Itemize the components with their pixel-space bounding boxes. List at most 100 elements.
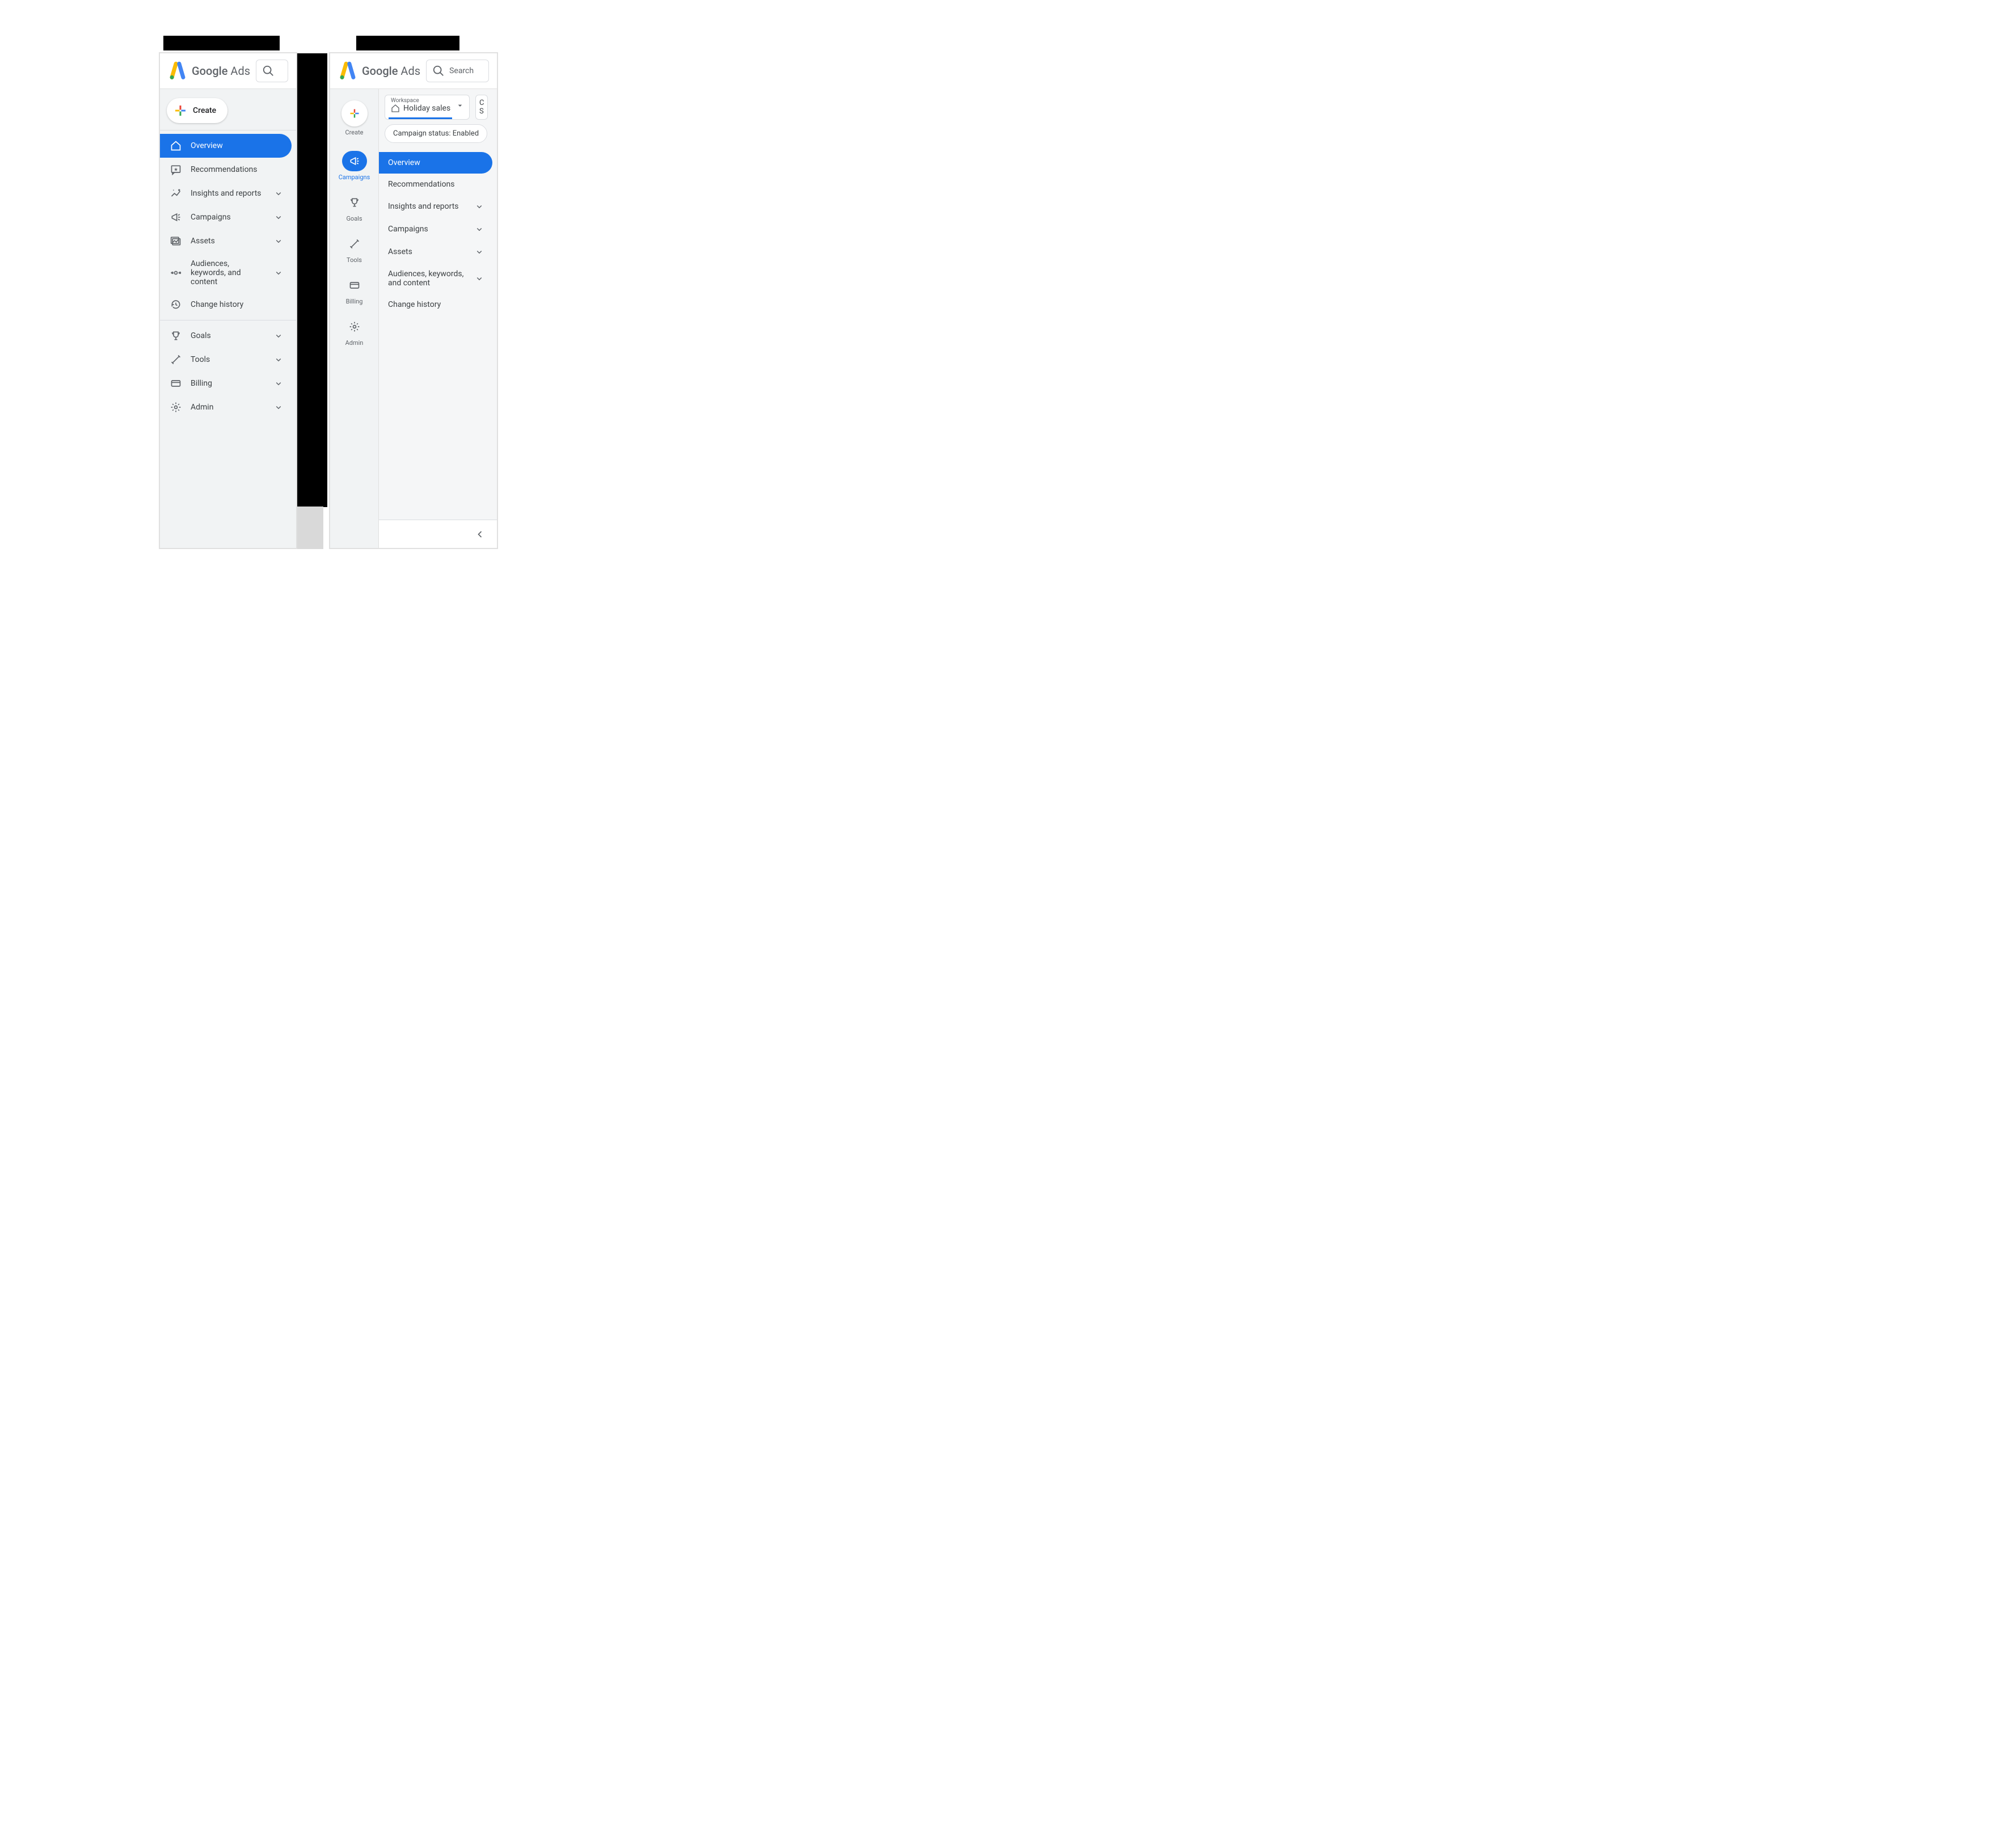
panel-right: Google Ads Search — [329, 52, 498, 549]
redaction-bar — [297, 53, 327, 507]
partial-line: S — [479, 107, 484, 116]
nav-recommendations[interactable]: ★ Recommendations — [160, 158, 292, 182]
mini-label: Campaigns — [339, 174, 370, 181]
megaphone-icon — [170, 212, 182, 223]
nav-insights[interactable]: Insights and reports — [379, 195, 492, 218]
chevron-down-icon — [273, 355, 284, 365]
history-icon — [170, 299, 182, 310]
chevron-down-icon — [474, 224, 484, 234]
google-ads-wordmark: Google Ads — [362, 64, 420, 78]
gear-icon — [349, 321, 360, 332]
nav-overview[interactable]: Overview — [379, 152, 492, 174]
search-input[interactable] — [256, 60, 288, 82]
mini-campaigns[interactable]: Campaigns — [330, 145, 378, 187]
mini-label: Goals — [346, 215, 362, 222]
chevron-down-icon — [273, 331, 284, 341]
panel-left: Google Ads Create — [159, 52, 297, 549]
plus-icon — [174, 104, 187, 117]
chevron-down-icon — [474, 273, 484, 284]
home-icon — [391, 104, 400, 113]
nav-overview[interactable]: Overview — [160, 134, 292, 158]
mini-billing[interactable]: Billing — [330, 269, 378, 311]
mini-rail: Create Campaigns Goals Tools Billing — [330, 89, 379, 548]
workspace-dropdown[interactable]: Workspace Holiday sales — [385, 95, 470, 120]
mini-tools[interactable]: Tools — [330, 228, 378, 269]
nav-label: Assets — [388, 247, 465, 256]
chevron-down-icon — [474, 247, 484, 257]
nav-label: Insights and reports — [388, 202, 465, 211]
chevron-down-icon — [273, 236, 284, 246]
nav-goals[interactable]: Goals — [160, 324, 292, 348]
tools-icon — [170, 354, 182, 365]
nav-admin[interactable]: Admin — [160, 395, 292, 419]
chevron-down-icon — [273, 402, 284, 412]
nav-label: Tools — [191, 355, 264, 364]
nav-label: Audiences, keywords, and content — [388, 269, 465, 288]
google-ads-logo[interactable]: Google Ads — [338, 61, 420, 81]
trophy-icon — [170, 330, 182, 341]
nav-label: Insights and reports — [191, 189, 264, 198]
mini-label: Tools — [347, 256, 362, 264]
nav-audiences[interactable]: Audiences, keywords, and content — [379, 263, 492, 294]
nav-assets[interactable]: Assets — [379, 240, 492, 263]
chevron-down-icon — [474, 201, 484, 212]
right-main: Workspace Holiday sales C S Campaign sta… — [379, 89, 497, 548]
dropdown-caret-icon — [456, 101, 465, 110]
workspace-label: Workspace — [391, 98, 463, 104]
search-icon — [262, 65, 275, 77]
svg-text:★: ★ — [174, 167, 178, 173]
nav-tools[interactable]: Tools — [160, 348, 292, 372]
create-button[interactable]: Create — [167, 98, 227, 123]
star-square-icon: ★ — [170, 164, 182, 175]
nav-recommendations[interactable]: Recommendations — [379, 174, 492, 195]
nav-label: Overview — [191, 141, 284, 150]
chevron-down-icon — [273, 212, 284, 222]
google-ads-wordmark: Google Ads — [192, 64, 250, 78]
create-label: Create — [193, 106, 216, 115]
megaphone-icon — [349, 155, 360, 167]
nav-label: Overview — [388, 158, 484, 167]
nav-label: Campaigns — [191, 213, 264, 222]
partial-line: C — [479, 99, 484, 107]
mini-create[interactable]: Create — [330, 95, 378, 142]
home-icon — [170, 140, 182, 151]
nav-label: Recommendations — [191, 165, 284, 174]
header: Google Ads — [160, 53, 296, 89]
nav-billing[interactable]: Billing — [160, 372, 292, 395]
mini-goals[interactable]: Goals — [330, 187, 378, 228]
google-ads-a-icon — [338, 61, 357, 81]
status-pill[interactable]: Campaign status: Enabled — [385, 124, 487, 143]
mini-admin[interactable]: Admin — [330, 311, 378, 352]
plus-icon — [349, 108, 360, 119]
chevron-down-icon — [273, 268, 284, 278]
tools-icon — [349, 238, 360, 250]
nav-change-history[interactable]: Change history — [160, 293, 292, 317]
nav-assets[interactable]: Assets — [160, 229, 292, 253]
nav-campaigns[interactable]: Campaigns — [160, 205, 292, 229]
nav-audiences[interactable]: Audiences, keywords, and content — [160, 253, 292, 293]
target-icon — [170, 267, 182, 278]
nav-campaigns[interactable]: Campaigns — [379, 218, 492, 240]
google-ads-logo[interactable]: Google Ads — [168, 61, 250, 81]
card-icon — [170, 378, 182, 389]
right-body: Create Campaigns Goals Tools Billing — [330, 89, 497, 548]
mini-label: Admin — [345, 339, 364, 347]
gear-icon — [170, 402, 182, 413]
header: Google Ads Search — [330, 53, 497, 89]
nav-insights[interactable]: Insights and reports — [160, 182, 292, 205]
mini-label: Create — [345, 129, 363, 136]
search-input[interactable]: Search — [426, 60, 489, 82]
nav-change-history[interactable]: Change history — [379, 294, 492, 315]
search-placeholder: Search — [449, 66, 474, 75]
nav-label: Goals — [191, 331, 264, 340]
chevron-down-icon — [273, 378, 284, 389]
nav-label: Change history — [388, 300, 484, 309]
nav-label: Change history — [191, 300, 284, 309]
nav-label: Campaigns — [388, 225, 465, 234]
truncated-button[interactable]: C S — [475, 95, 488, 120]
collapse-footer[interactable] — [379, 520, 497, 548]
mini-label: Billing — [346, 298, 363, 305]
chevron-left-icon — [474, 529, 486, 540]
trophy-icon — [349, 197, 360, 208]
redaction-bar — [163, 36, 280, 50]
